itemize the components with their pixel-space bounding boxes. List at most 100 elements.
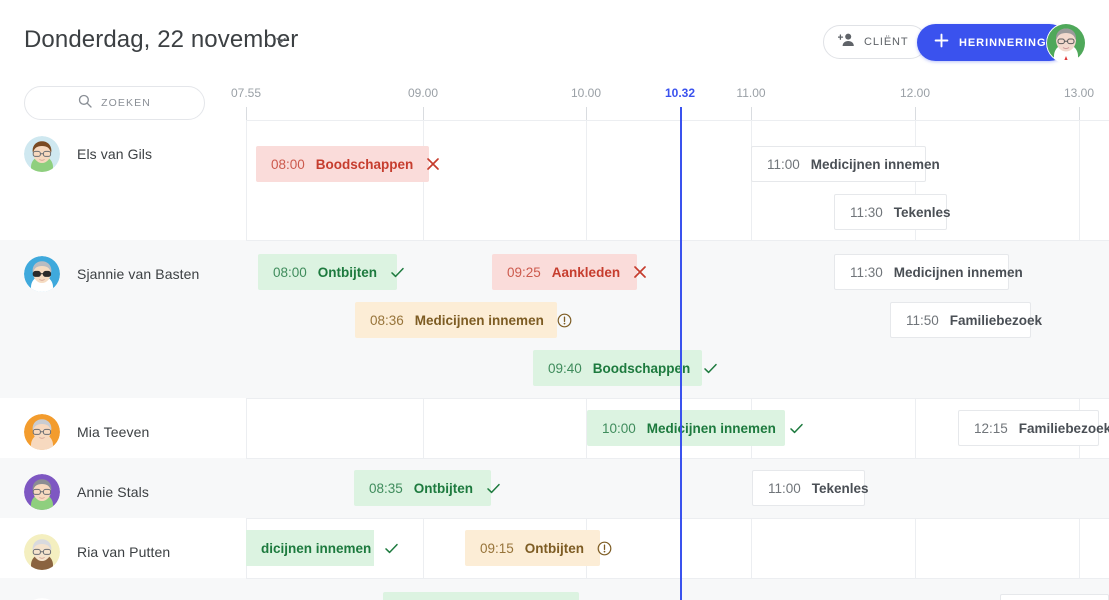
event-pill[interactable]: 11:30 Medicijnen innemen: [834, 254, 1023, 290]
check-icon: [703, 361, 718, 376]
avatar-annie-stals: [24, 474, 60, 510]
event-time: 11:30: [850, 264, 883, 280]
event-pill[interactable]: 08:00 Boodschappen: [256, 146, 440, 182]
event-pill[interactable]: 12:15 Familiebezoek: [958, 410, 1109, 446]
time-tick-label: 09.00: [407, 86, 439, 100]
time-tick-mark: [423, 107, 424, 120]
time-tick-label: 10.00: [570, 86, 602, 100]
check-icon: [390, 265, 405, 280]
timeline-header: 07.55 09.00 10.00 10.32 11.00 12.00 13.00: [0, 86, 1109, 120]
person-row-header[interactable]: Annie Stals: [24, 470, 149, 514]
event-pill[interactable]: 11:50 Familiebezoek: [890, 302, 1042, 338]
current-time-marker: [680, 107, 682, 120]
avatar-ria-van-putten: [24, 534, 60, 570]
event-time: 09:25: [507, 264, 541, 280]
add-person-icon: [837, 32, 855, 52]
close-icon: [426, 157, 440, 171]
user-avatar[interactable]: [1046, 23, 1086, 63]
event-time: 12:15: [974, 420, 1008, 436]
current-time-line: [680, 120, 682, 600]
event-title: Tekenles: [811, 480, 869, 496]
event-pill[interactable]: 11:00 Tekenles: [752, 470, 869, 506]
person-name: Mia Teeven: [77, 424, 150, 440]
event-time: 10:00: [602, 420, 636, 436]
avatar-sjannie-van-basten: [24, 256, 60, 292]
close-icon: [633, 265, 647, 279]
event-time: 08:00: [273, 264, 307, 280]
event-title: Ontbijten: [413, 480, 474, 496]
schedule-row: 08:00 Boodschappen 11:00 Medicijnen innemen…: [0, 120, 1109, 240]
event-title: Familiebezoek: [949, 312, 1043, 328]
schedule-row: 10:00 Medicijnen innemen 12:15 Familiebezoe…: [0, 398, 1109, 458]
event-title: Ontbijten: [524, 540, 585, 556]
person-name: Annie Stals: [77, 484, 149, 500]
add-reminder-label: HERINNERING: [959, 36, 1047, 49]
chevron-down-icon[interactable]: [274, 33, 288, 47]
event-pill[interactable]: 09:40 Boodschappen: [533, 350, 718, 386]
event-time: 11:00: [768, 480, 801, 496]
avatar-els-van-gils: [24, 136, 60, 172]
person-row-header[interactable]: Els van Gils: [24, 132, 152, 176]
event-title: Boodschappen: [592, 360, 691, 376]
add-client-button[interactable]: CLIËNT: [823, 25, 927, 59]
time-tick-mark: [586, 107, 587, 120]
row-separator: [0, 240, 1109, 241]
event-time: 11:50: [906, 312, 939, 328]
event-pill[interactable]: [1000, 594, 1109, 600]
time-tick-label: 07.55: [230, 86, 262, 100]
event-title: Ontbijten: [317, 264, 378, 280]
event-title: Boodschappen: [315, 156, 414, 172]
person-row-header[interactable]: Mia Teeven: [24, 410, 149, 454]
row-separator: [0, 578, 1109, 579]
time-tick-mark: [751, 107, 752, 120]
event-time: 08:35: [369, 480, 403, 496]
event-pill[interactable]: 10:00 Medicijnen innemen: [587, 410, 803, 446]
person-name: Ria van Putten: [77, 544, 171, 560]
check-icon: [384, 541, 399, 556]
event-time: 09:15: [480, 540, 514, 556]
time-tick-label: 13.00: [1063, 86, 1095, 100]
event-pill[interactable]: 11:00 Medicijnen innemen: [751, 146, 940, 182]
check-icon: [486, 481, 501, 496]
row-separator: [0, 120, 1109, 121]
event-pill[interactable]: 08:36 Medicijnen innemen: [355, 302, 572, 338]
plus-icon: [934, 33, 949, 53]
person-name: Els van Gils: [77, 146, 153, 162]
event-pill[interactable]: 08:35 Ontbijten: [354, 470, 500, 506]
event-time: 08:00: [271, 156, 305, 172]
event-pill[interactable]: 08:00 Ontbijten: [258, 254, 404, 290]
time-tick-label: 10.32: [664, 86, 696, 100]
person-row-header[interactable]: [24, 594, 77, 600]
person-row-header[interactable]: Ria van Putten: [24, 530, 170, 574]
avatar-mia-teeven: [24, 414, 60, 450]
schedule-row: 08:35 Ontbijten 11:00 Tekenles Annie Stals: [0, 458, 1109, 518]
event-pill[interactable]: 09:15 Ontbijten: [465, 530, 612, 566]
schedule-row: dicijnen innemen 09:15 Ontbijten Ria van P…: [0, 518, 1109, 578]
time-tick-label: 12.00: [899, 86, 931, 100]
time-tick-mark: [246, 107, 247, 120]
event-time: 08:36: [370, 312, 404, 328]
event-pill[interactable]: 09:25 Aankleden: [492, 254, 646, 290]
schedule-board: 08:00 Boodschappen 11:00 Medicijnen innemen…: [0, 120, 1109, 600]
person-name: Sjannie van Basten: [77, 266, 200, 282]
event-time: 11:30: [850, 204, 883, 220]
row-separator: [0, 398, 1109, 399]
event-pill[interactable]: 11:30 Tekenles: [834, 194, 951, 230]
event-title: Medicijnen innemen: [414, 312, 544, 328]
time-tick-mark: [1079, 107, 1080, 120]
row-separator: [0, 518, 1109, 519]
scheduler-app: Donderdag, 22 november CLIËNT HERINNERIN…: [0, 0, 1109, 600]
time-tick-label: 11.00: [736, 86, 766, 100]
event-time: 11:00: [767, 156, 800, 172]
person-row-header[interactable]: Sjannie van Basten: [24, 252, 199, 296]
event-title: dicijnen innemen: [261, 540, 372, 556]
event-title: Aankleden: [551, 264, 621, 280]
event-title: Familiebezoek: [1018, 420, 1109, 436]
row-separator: [0, 458, 1109, 459]
event-pill[interactable]: [383, 592, 579, 600]
schedule-row: 08:00 Ontbijten 09:25 Aankleden 11:30 Medicij…: [0, 240, 1109, 398]
add-client-label: CLIËNT: [864, 36, 909, 48]
event-pill[interactable]: dicijnen innemen: [246, 530, 399, 566]
event-title: Medicijnen innemen: [810, 156, 940, 172]
time-tick-mark: [915, 107, 916, 120]
